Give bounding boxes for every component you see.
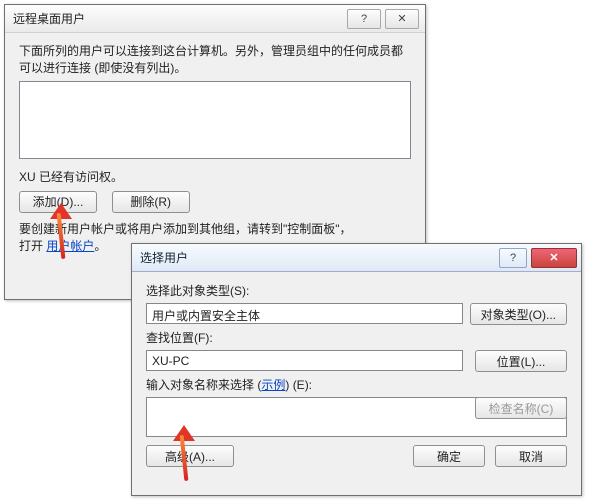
object-types-button[interactable]: 对象类型(O)... — [470, 303, 567, 325]
remove-button[interactable]: 删除(R) — [112, 191, 190, 213]
object-type-label: 选择此对象类型(S): — [146, 282, 567, 299]
dlg2-title: 选择用户 — [140, 249, 499, 266]
check-names-button[interactable]: 检查名称(C) — [475, 397, 567, 419]
object-type-value: 用户或内置安全主体 — [152, 309, 260, 323]
location-label: 查找位置(F): — [146, 329, 567, 346]
add-button[interactable]: 添加(D)... — [19, 191, 97, 213]
user-accounts-link[interactable]: 用户帐户 — [46, 239, 94, 253]
ok-button[interactable]: 确定 — [413, 445, 485, 467]
name-label-pre: 输入对象名称来选择 ( — [146, 378, 261, 392]
dlg1-intro: 下面所列的用户可以连接到这台计算机。另外，管理员组中的任何成员都可以进行连接 (… — [19, 43, 411, 77]
object-type-field: 用户或内置安全主体 — [146, 303, 463, 324]
user-listbox[interactable] — [19, 81, 411, 159]
location-value: XU-PC — [152, 354, 189, 368]
select-users-dialog: 选择用户 ? ✕ 选择此对象类型(S): 对象类型(O)... 用户或内置安全主… — [131, 243, 582, 496]
close-button[interactable]: ✕ — [531, 248, 577, 268]
advanced-button[interactable]: 高级(A)... — [146, 445, 234, 467]
dlg1-body: 下面所列的用户可以连接到这台计算机。另外，管理员组中的任何成员都可以进行连接 (… — [5, 33, 425, 263]
cancel-button[interactable]: 取消 — [495, 445, 567, 467]
dlg1-title: 远程桌面用户 — [13, 10, 347, 27]
footer-suffix: 。 — [94, 239, 106, 253]
dlg1-titlebar: 远程桌面用户 ? ✕ — [5, 5, 425, 33]
name-label-post: ) (E): — [285, 378, 312, 392]
object-name-label: 输入对象名称来选择 (示例) (E): — [146, 376, 567, 393]
footer-prefix: 打开 — [19, 239, 46, 253]
dlg2-titlebar: 选择用户 ? ✕ — [132, 244, 581, 272]
help-button[interactable]: ? — [499, 248, 527, 268]
locations-button[interactable]: 位置(L)... — [475, 350, 567, 372]
access-line: XU 已经有访问权。 — [19, 169, 411, 186]
close-button[interactable]: ✕ — [385, 9, 419, 29]
examples-link[interactable]: 示例 — [261, 378, 285, 392]
help-button[interactable]: ? — [347, 9, 381, 29]
footer-text-a: 要创建新用户帐户或将用户添加到其他组，请转到"控制面板"， — [19, 222, 352, 236]
dlg2-body: 选择此对象类型(S): 对象类型(O)... 用户或内置安全主体 查找位置(F)… — [132, 272, 581, 473]
location-field: XU-PC — [146, 350, 463, 371]
